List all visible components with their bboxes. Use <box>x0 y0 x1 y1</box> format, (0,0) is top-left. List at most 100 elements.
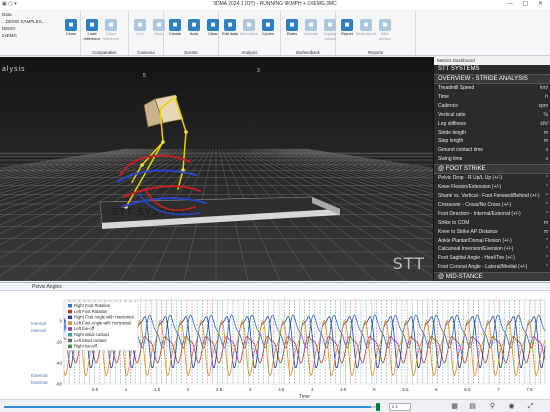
metric-row: Foot Direction - Internal/External (+/-)… <box>434 210 550 219</box>
legend-swatch <box>68 327 72 331</box>
metric-label: Shank vs. Vertical - Foot Forward/Behind… <box>438 192 540 199</box>
metric-label: Swing time <box>438 156 463 163</box>
metrics-panel-title: Metrics Dashboard <box>434 57 550 65</box>
cycles-icon: ■ <box>262 19 274 31</box>
playback-speed-select[interactable]: x 1 <box>389 403 411 411</box>
breadcrumb-item[interactable]: 2xEMG <box>2 32 46 39</box>
breadcrumb-item[interactable]: Data <box>2 11 46 18</box>
metrics-section-header[interactable]: @ MID-STANCE <box>434 272 550 281</box>
metric-unit: ° <box>546 201 548 208</box>
walk-icon[interactable]: ⚲ <box>488 402 497 411</box>
x-tick-label: 0.5 <box>92 387 99 392</box>
create-button[interactable]: ■ Create <box>165 19 185 37</box>
legend-swatch <box>68 338 72 343</box>
x-tick-label: 7.5 <box>526 387 533 392</box>
display-icon: ■ <box>324 19 336 31</box>
live-button[interactable]: ■ Live <box>130 19 150 37</box>
edit-icon: ■ <box>224 19 236 31</box>
legend-entry: Right initial contact <box>74 332 110 337</box>
metric-label: Knee Flexion/Extension (+/-) <box>438 184 502 191</box>
close-button[interactable]: ■ Close <box>61 19 81 37</box>
tab-pelvis-angles[interactable]: Pelvis Angles <box>0 283 550 291</box>
legend-swatch <box>68 344 72 349</box>
pelvis-angles-chart[interactable]: 0.5 1 1.5 2 2.5 3 3.5 4 4.5 5 5.5 6 6.5 7 7.5 0 -20 -40 -6… <box>0 292 550 400</box>
x-tick-label: 6 <box>435 387 438 392</box>
metric-unit: ° <box>546 192 548 199</box>
normative-button[interactable]: ■ Normative <box>239 19 259 37</box>
window-controls[interactable]: — ▢ ✕ <box>507 0 547 7</box>
metrics-system-name: STT SYSTEMS <box>438 66 480 72</box>
metric-row: Cadence spm <box>434 102 550 111</box>
ribbon-group: ■ Create ■ Auto ■ Clear Events <box>164 11 219 55</box>
chart-icon: ■ <box>243 19 255 31</box>
metric-label: Step length <box>438 138 464 145</box>
metric-unit: m <box>543 129 548 136</box>
chart-window: Pelvis Angles Internal Internal External… <box>0 282 550 400</box>
metric-label: Vertical ratio <box>438 111 466 118</box>
rules-icon: ■ <box>286 19 298 31</box>
treadmill-brand: STT SYSTEMS <box>112 207 191 218</box>
metric-row: Crossover - Cross/No Cross (+/-) ° <box>434 201 550 210</box>
ribbon-button-label: Multi report <box>356 31 377 36</box>
legend-entry: Right Foot Rotation <box>74 303 111 308</box>
metric-row: Foot Coronal Angle - Lateral/Medial (+/-… <box>434 263 550 272</box>
x-tick-label: 1 <box>125 387 128 392</box>
legend-entry: Left toe-off <box>74 326 95 331</box>
eye-icon[interactable]: ◉ <box>507 402 516 411</box>
metric-unit: h <box>545 93 548 100</box>
edit-data-button[interactable]: ■ Edit data <box>220 19 240 37</box>
playback-bar: x 1 ▦ ▤ ⚲ ◉ ⤢ <box>0 399 550 412</box>
activate-button[interactable]: ■ Activate <box>301 19 321 37</box>
metrics-section-header[interactable]: @ FOOT STRIKE <box>434 164 550 175</box>
auto-button[interactable]: ■ Auto <box>184 19 204 37</box>
load-reference-button[interactable]: ■ Load reference <box>82 19 102 41</box>
grid-icon[interactable]: ▦ <box>450 402 459 411</box>
y-tick-label: 0 <box>59 319 62 324</box>
ribbon-button-label: Cycles <box>261 31 274 36</box>
legend-entry: Right Foot Angle with Horizontal <box>74 315 134 320</box>
ribbon-button-label: Normative <box>239 31 259 36</box>
timeline-track[interactable] <box>4 406 378 408</box>
breadcrumb-item[interactable]: DEMO <box>2 25 46 32</box>
rules-button[interactable]: ■ Rules <box>282 19 302 37</box>
ribbon-group: ■ Live ■ Snap Cameras <box>129 11 165 55</box>
x-tick-label: 5.5 <box>402 387 409 392</box>
metric-unit: s <box>545 147 549 154</box>
metric-row: Stride length m <box>434 129 550 138</box>
close-icon: ■ <box>105 19 117 31</box>
metric-row: Shank vs. Vertical - Foot Forward/Behind… <box>434 192 550 201</box>
cycles-button[interactable]: ■ Cycles <box>258 19 278 37</box>
report-button[interactable]: ■ Report <box>337 19 357 37</box>
breadcrumb: Data ...DEMO SAMPLES... DEMO 2xEMG <box>2 11 46 39</box>
y-tick-label: -40 <box>55 361 62 366</box>
metric-sections: OVERVIEW - STRIDE ANALYSIS Treadmill Spee… <box>434 74 550 281</box>
close-icon: ■ <box>65 19 77 31</box>
breadcrumb-item[interactable]: ...DEMO SAMPLES... <box>2 18 46 25</box>
metric-row: Ankle Plantar/Dorsal Flexion (+/-) ° <box>434 237 550 246</box>
metric-label: Time <box>438 93 449 100</box>
metric-label: Treadmill Speed <box>438 85 475 91</box>
ribbon-button-label: Bike advisor <box>378 31 392 41</box>
bike-icon: ■ <box>379 19 391 31</box>
metrics-section-header[interactable]: OVERVIEW - STRIDE ANALYSIS <box>434 74 550 84</box>
multi-report-icon: ■ <box>360 19 372 31</box>
metric-label: Foot Direction - Internal/External (+/-) <box>438 210 521 217</box>
close-reference-button[interactable]: ■ Close reference <box>101 19 121 41</box>
x-tick-label: 2.5 <box>216 387 223 392</box>
3d-viewport[interactable]: STT SYSTEMS alysis 5 3 STT <box>0 57 433 281</box>
activate-icon: ■ <box>305 19 317 31</box>
metric-label: Stride length <box>438 129 467 136</box>
report-icon: ■ <box>341 19 353 31</box>
expand-icon[interactable]: ⤢ <box>526 402 535 411</box>
metric-label: Leg stiffness <box>438 120 466 127</box>
timeline-handle[interactable] <box>376 403 380 411</box>
bike-advisor-button[interactable]: ■ Bike advisor <box>375 19 395 41</box>
multi-report-button[interactable]: ■ Multi report <box>356 19 376 37</box>
3d-scene: STT SYSTEMS <box>0 57 433 281</box>
metric-unit: m <box>543 219 548 226</box>
layout-icon[interactable]: ▤ <box>468 402 477 411</box>
ribbon-group-label: Biofeedback <box>296 50 320 55</box>
timeline-progress <box>4 406 371 408</box>
metrics-dashboard: Metrics Dashboard STT SYSTEMS OVERVIEW -… <box>433 57 550 281</box>
ribbon-group: ■ Edit data ■ Normative ■ Cycles Analysis <box>219 11 281 55</box>
